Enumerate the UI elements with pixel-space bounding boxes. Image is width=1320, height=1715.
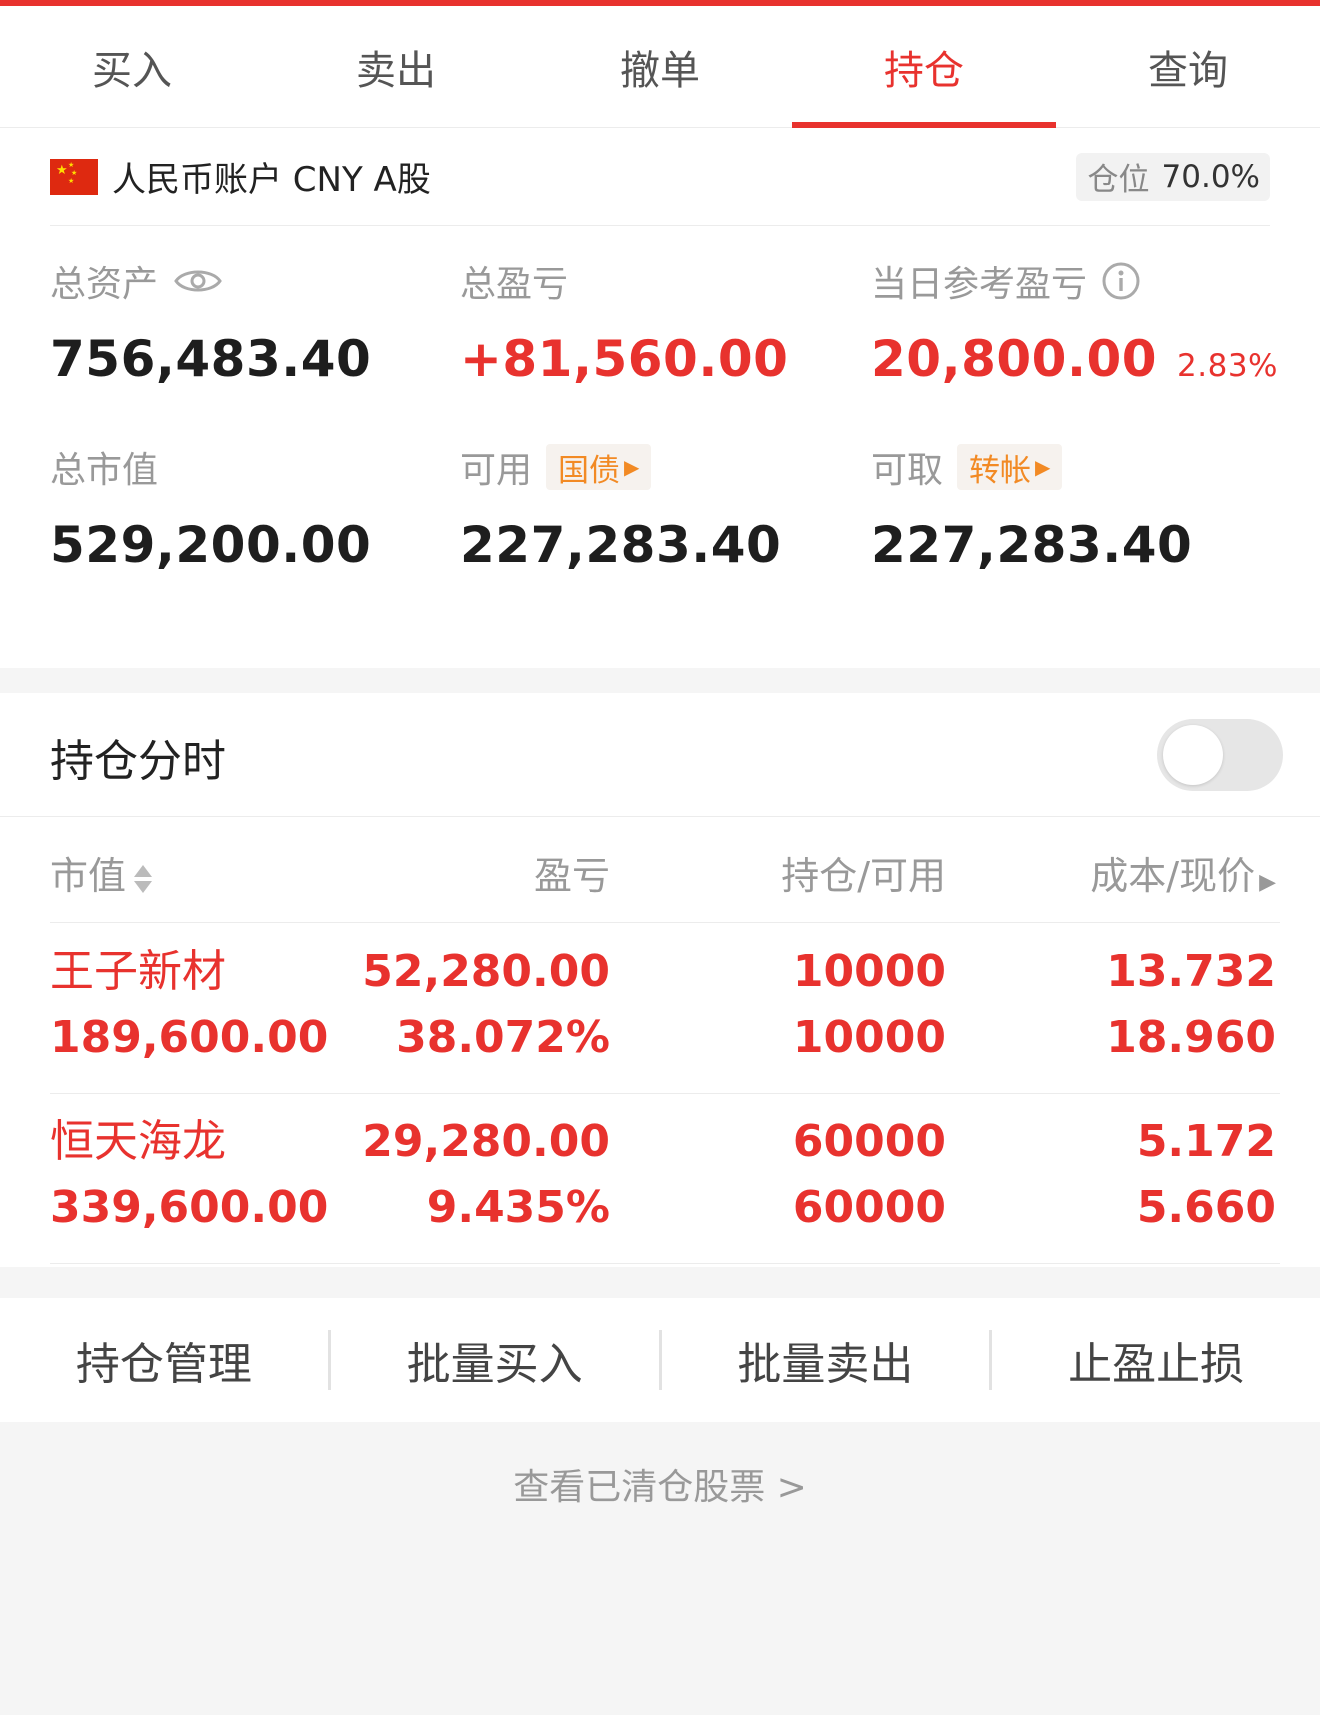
tab-cancel[interactable]: 撤单: [528, 6, 792, 127]
daily-pnl-value: 20,800.00: [871, 330, 1158, 388]
total-pnl-label: 总盈亏: [460, 264, 569, 305]
batch-sell-button[interactable]: 批量卖出: [662, 1298, 990, 1422]
metric-market-value: 总市值 529,200.00: [50, 444, 371, 574]
holdings-section: 持仓分时 市值 盈亏 持仓/可用 成本/现价 ▶ 王子新材 189,600.00 …: [0, 693, 1320, 1267]
available-value: 227,283.40: [460, 516, 782, 574]
holdings-header: 持仓分时: [0, 693, 1320, 817]
daily-pnl-label: 当日参考盈亏: [871, 264, 1088, 305]
daily-pnl-percent: 2.83%: [1177, 348, 1279, 384]
transfer-label: 转帐: [969, 452, 1032, 489]
account-card: ★ ★ ★ ★ 人民币账户 CNY A股 仓位 70.0% 总资产 756,483.4…: [0, 128, 1320, 668]
play-arrow-icon: ▶: [1259, 870, 1276, 895]
play-arrow-icon: ▶: [1035, 455, 1051, 479]
column-cost-price[interactable]: 成本/现价 ▶: [50, 845, 1276, 900]
position-management-button[interactable]: 持仓管理: [0, 1298, 328, 1422]
market-value-label: 总市值: [50, 450, 159, 491]
intraday-toggle[interactable]: [1157, 719, 1283, 791]
stock-price: 5.660: [1136, 1182, 1276, 1233]
tab-buy[interactable]: 买入: [0, 6, 264, 127]
stock-cost: 13.732: [1106, 946, 1276, 997]
batch-buy-button[interactable]: 批量买入: [331, 1298, 659, 1422]
position-ratio-badge: 仓位 70.0%: [1075, 152, 1270, 201]
holdings-action-bar: 持仓管理 批量买入 批量卖出 止盈止损: [0, 1298, 1320, 1422]
trade-tabs: 买入 卖出 撤单 持仓 查询: [0, 6, 1320, 128]
tab-query[interactable]: 查询: [1056, 6, 1320, 127]
play-arrow-icon: ▶: [624, 455, 640, 479]
toggle-knob: [1163, 725, 1223, 785]
metric-total-pnl: 总盈亏 +81,560.00: [460, 258, 788, 388]
total-pnl-value: +81,560.00: [460, 330, 789, 388]
holdings-title: 持仓分时: [50, 736, 226, 787]
holdings-page: 买入 卖出 撤单 持仓 查询 ★ ★ ★ ★ 人民币账户 CNY A股 仓位 70.0…: [0, 0, 1320, 1715]
table-row[interactable]: 王子新材 189,600.00 52,280.00 38.072% 10000 …: [50, 924, 1280, 1094]
treasury-bond-label: 国债: [558, 452, 621, 489]
take-profit-stop-loss-button[interactable]: 止盈止损: [992, 1298, 1320, 1422]
china-flag-icon: ★ ★ ★ ★: [50, 158, 98, 195]
holdings-column-header: 市值 盈亏 持仓/可用 成本/现价 ▶: [50, 817, 1280, 923]
metric-available: 可用 国债 ▶ 227,283.40: [460, 444, 781, 574]
metric-withdrawable: 可取 转帐 ▶ 227,283.40: [871, 444, 1192, 574]
position-label: 仓位: [1087, 162, 1150, 198]
table-row[interactable]: 恒天海龙 339,600.00 29,280.00 9.435% 60000 6…: [50, 1094, 1280, 1264]
withdrawable-label: 可取: [871, 450, 944, 491]
info-icon[interactable]: [1101, 261, 1141, 301]
treasury-bond-button[interactable]: 国债 ▶: [546, 444, 652, 490]
transfer-button[interactable]: 转帐 ▶: [957, 444, 1063, 490]
total-assets-label: 总资产: [50, 264, 159, 305]
available-label: 可用: [460, 450, 533, 491]
metric-daily-pnl: 当日参考盈亏 20,800.00 2.83%: [871, 258, 1278, 388]
withdrawable-value: 227,283.40: [871, 516, 1193, 574]
tab-holdings[interactable]: 持仓: [792, 6, 1056, 128]
view-cleared-stocks-link[interactable]: 查看已清仓股票 >: [0, 1458, 1320, 1510]
metric-total-assets: 总资产 756,483.40: [50, 258, 371, 388]
market-value-value: 529,200.00: [50, 516, 372, 574]
column-cost-price-label: 成本/现价: [1090, 854, 1256, 898]
stock-cost: 5.172: [1136, 1116, 1276, 1167]
position-value: 70.0%: [1161, 158, 1260, 195]
account-row: ★ ★ ★ ★ 人民币账户 CNY A股 仓位 70.0%: [50, 128, 1270, 226]
tab-sell[interactable]: 卖出: [264, 6, 528, 127]
stock-price: 18.960: [1106, 1012, 1276, 1063]
total-assets-value: 756,483.40: [50, 330, 372, 388]
eye-icon[interactable]: [174, 265, 222, 297]
account-name: 人民币账户 CNY A股: [112, 160, 431, 200]
